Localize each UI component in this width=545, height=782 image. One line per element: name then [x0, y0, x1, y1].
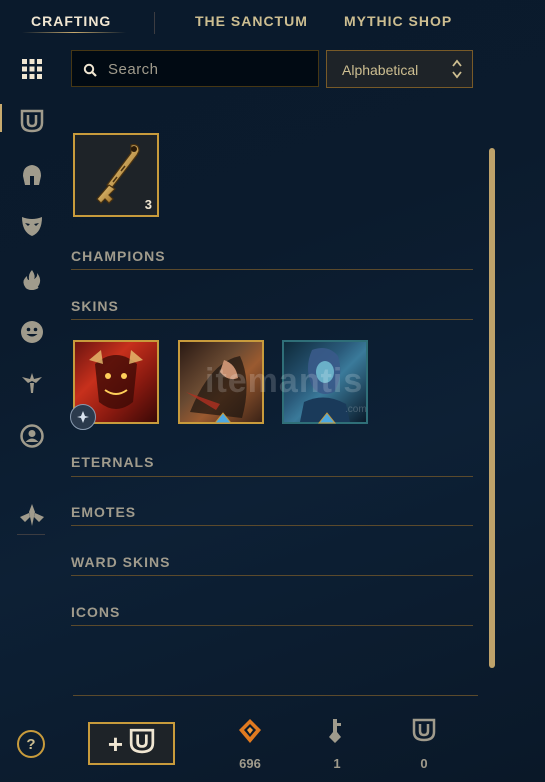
watermark: itemantis	[205, 362, 364, 400]
section-divider	[71, 625, 473, 626]
watermark-suffix: .com	[345, 404, 367, 415]
section-title: ICONS	[71, 604, 121, 620]
currency-value: 0	[420, 756, 428, 771]
search-input[interactable]	[106, 51, 315, 88]
emote-face-icon[interactable]	[19, 319, 45, 345]
sidebar-active-indicator	[0, 104, 2, 132]
hextech-key-icon	[87, 141, 145, 216]
section-title: CHAMPIONS	[71, 248, 166, 264]
item-count: 3	[144, 197, 152, 212]
scrollbar[interactable]	[489, 148, 495, 668]
top-nav: CRAFTING THE SANCTUM MYTHIC SHOP	[0, 0, 545, 40]
section-skins[interactable]: SKINS	[71, 298, 473, 320]
orange-essence-counter: 696	[220, 718, 280, 771]
currency-value: 696	[239, 756, 261, 771]
chest-icon	[129, 728, 155, 759]
profile-icon[interactable]	[19, 423, 45, 449]
add-chest-button[interactable]: +	[88, 722, 175, 765]
section-divider	[71, 525, 473, 526]
search-icon	[83, 63, 97, 82]
section-divider	[71, 575, 473, 576]
footer-divider	[73, 695, 478, 696]
sidebar	[0, 48, 60, 708]
updown-chevron-icon	[452, 59, 462, 84]
mask-icon[interactable]	[19, 213, 45, 239]
section-divider	[71, 319, 473, 320]
section-icons[interactable]: ICONS	[71, 604, 473, 626]
sort-dropdown-value: Alphabetical	[342, 62, 419, 78]
section-emotes[interactable]: EMOTES	[71, 504, 473, 526]
sidebar-separator	[17, 534, 45, 535]
rarity-emblem-icon	[70, 404, 96, 430]
ward-icon[interactable]	[19, 370, 45, 396]
help-button[interactable]: ?	[17, 730, 45, 758]
key-fragment-icon	[327, 719, 347, 748]
chest-icon	[412, 718, 436, 746]
section-eternals[interactable]: ETERNALS	[71, 454, 473, 477]
tab-crafting[interactable]: CRAFTING	[31, 13, 111, 29]
skin-shard-item[interactable]	[70, 340, 159, 430]
helmet-icon[interactable]	[19, 162, 45, 188]
section-title: EMOTES	[71, 504, 137, 520]
active-tab-underline	[22, 32, 126, 33]
hextech-key-item[interactable]: 3	[73, 133, 159, 217]
section-title: SKINS	[71, 298, 119, 314]
section-divider	[71, 476, 473, 477]
chest-icon[interactable]	[19, 108, 45, 134]
sort-dropdown[interactable]: Alphabetical	[326, 50, 473, 88]
grid-icon[interactable]	[19, 56, 45, 82]
rarity-triangle-icon	[317, 411, 337, 429]
key-fragment-counter: 1	[307, 718, 367, 771]
orange-essence-icon	[238, 719, 262, 748]
section-ward-skins[interactable]: WARD SKINS	[71, 554, 473, 576]
section-divider	[71, 269, 473, 270]
search-box	[71, 50, 319, 88]
plus-icon: +	[107, 728, 124, 759]
nav-divider	[154, 12, 155, 34]
tab-mythic-shop[interactable]: MYTHIC SHOP	[344, 13, 452, 29]
flame-icon[interactable]	[19, 267, 45, 293]
chest-counter: 0	[394, 718, 454, 771]
currency-value: 1	[333, 756, 341, 771]
section-title: ETERNALS	[71, 454, 155, 470]
section-champions[interactable]: CHAMPIONS	[71, 248, 473, 270]
section-title: WARD SKINS	[71, 554, 171, 570]
rarity-triangle-icon	[213, 411, 233, 429]
tab-the-sanctum[interactable]: THE SANCTUM	[195, 13, 308, 29]
eternals-icon[interactable]	[19, 502, 45, 528]
